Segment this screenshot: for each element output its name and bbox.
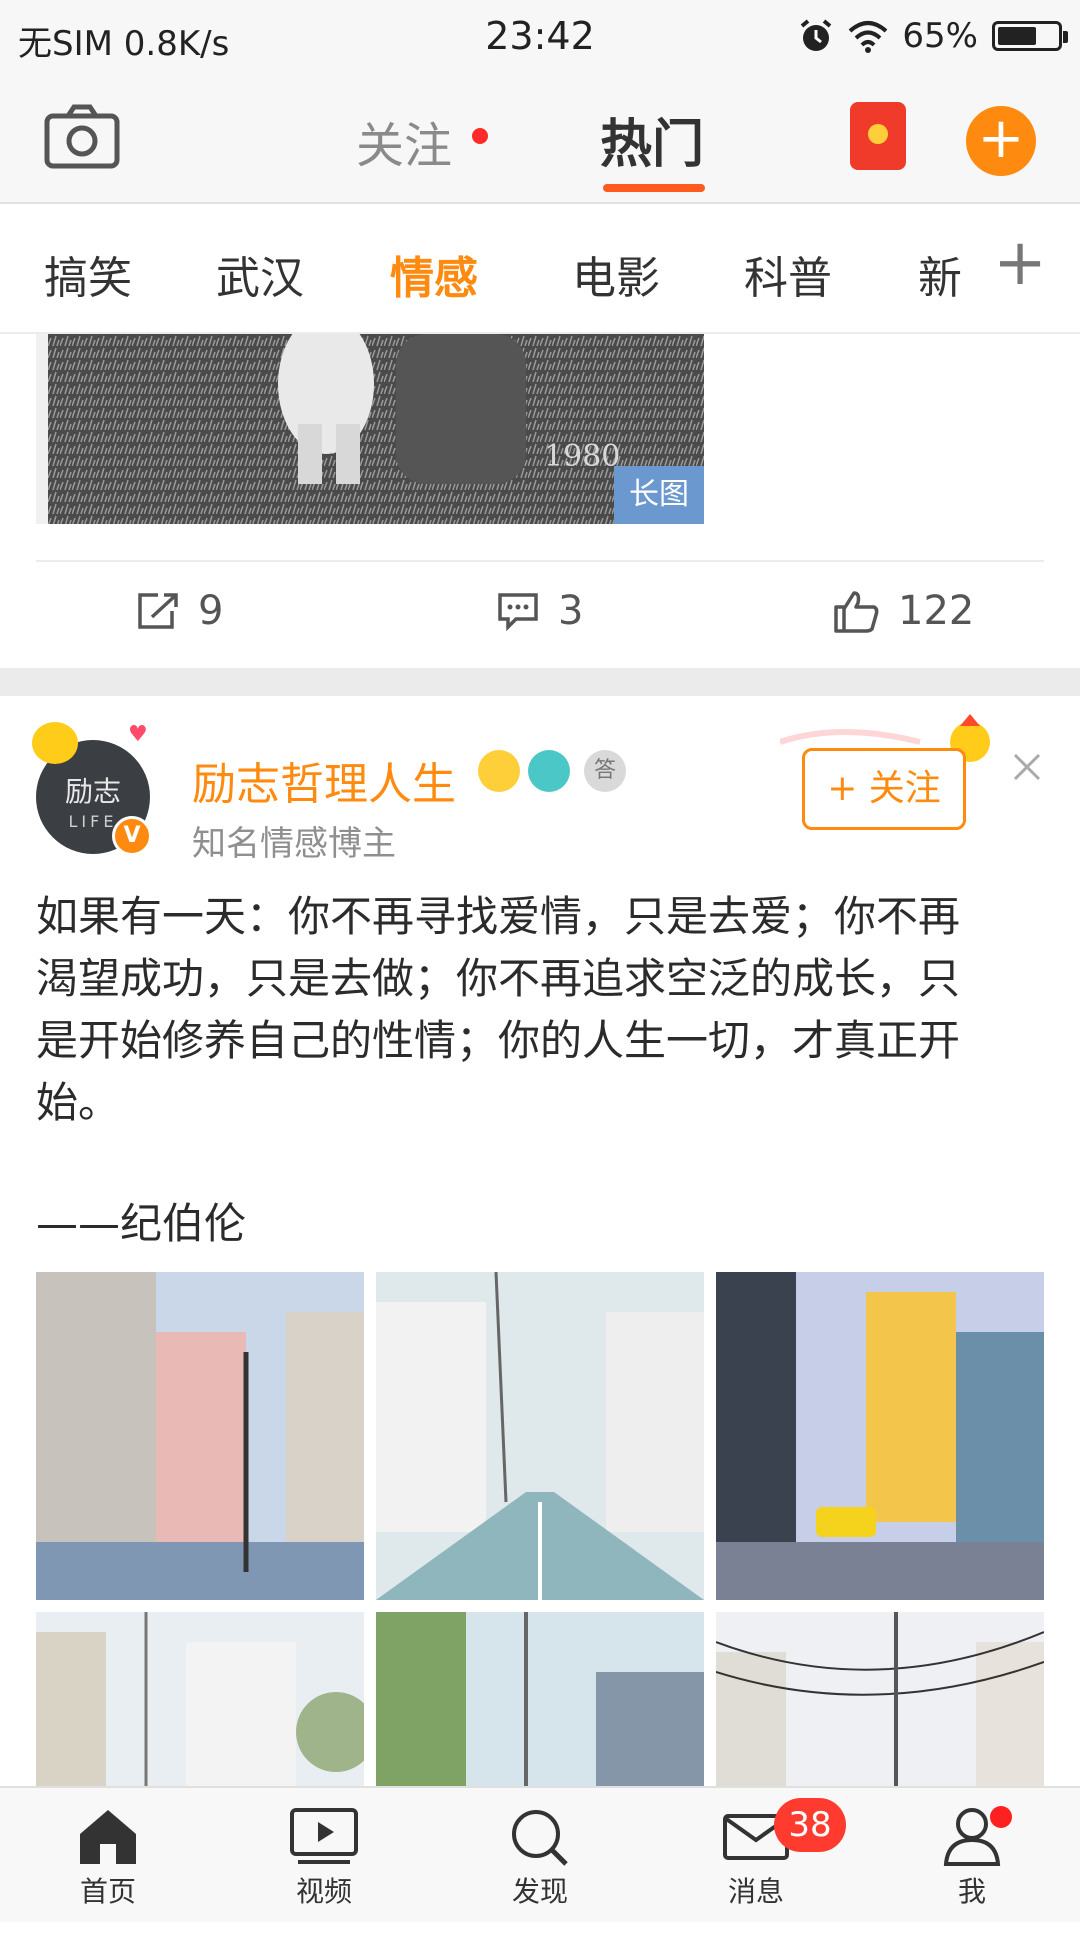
username[interactable]: 励志哲理人生 xyxy=(192,748,456,812)
bottom-tab-bar: 首页 视频 发现 消息 我 xyxy=(0,1786,1080,1922)
tab-label: 我 xyxy=(957,1875,986,1908)
category-movie[interactable]: 电影 xyxy=(572,242,660,306)
feed-separator xyxy=(0,668,1080,696)
repost-button[interactable]: 9 xyxy=(136,588,223,634)
crown-badge-icon[interactable] xyxy=(478,750,520,792)
user-description: 知名情感博主 xyxy=(192,824,396,864)
like-button[interactable]: 122 xyxy=(832,588,974,634)
post-line: 是开始修养自己的性情；你的人生一切，才真正开 xyxy=(36,1016,961,1065)
photo-year: 1980 xyxy=(544,439,620,474)
search-icon xyxy=(512,1810,568,1866)
comment-button[interactable]: 3 xyxy=(496,588,583,634)
tab-label: 消息 xyxy=(727,1875,784,1908)
tab-hot[interactable]: 热门 xyxy=(600,102,704,177)
category-bar: 搞笑 武汉 情感 电影 科普 新 + xyxy=(0,204,1080,334)
alarm-icon xyxy=(801,19,832,51)
status-bar: 无SIM 0.8K/s 23:42 65% xyxy=(0,0,1080,76)
message-count-badge: 38 xyxy=(774,1798,846,1852)
heart-icon: ♥ xyxy=(128,722,148,747)
chick-decoration-icon xyxy=(32,722,78,764)
category-science[interactable]: 科普 xyxy=(744,242,832,306)
verified-badge: V xyxy=(112,816,152,856)
tab-follow[interactable]: 关注 xyxy=(356,106,452,176)
video-icon xyxy=(290,1808,358,1864)
divider xyxy=(36,560,1044,562)
post-text[interactable]: 如果有一天：你不再寻找爱情，只是去爱；你不再 渴望成功，只是去做；你不再追求空泛… xyxy=(36,886,1044,1134)
category-funny[interactable]: 搞笑 xyxy=(44,242,132,306)
profile-notification-dot xyxy=(990,1806,1012,1828)
post-image-2[interactable] xyxy=(376,1272,704,1600)
category-emotion[interactable]: 情感 xyxy=(390,242,478,306)
follow-button[interactable]: + 关注 xyxy=(802,748,966,830)
like-icon xyxy=(834,591,879,633)
vintage-photo: 1980 xyxy=(36,334,704,524)
post-line: 如果有一天：你不再寻找爱情，只是去爱；你不再 xyxy=(36,892,961,941)
battery-level xyxy=(998,27,1036,45)
red-packet-icon[interactable] xyxy=(850,102,906,170)
close-icon[interactable] xyxy=(1012,752,1042,782)
medal-badge-icon[interactable]: 答 xyxy=(584,750,626,792)
battery-percent: 65% xyxy=(902,16,978,56)
category-wuhan[interactable]: 武汉 xyxy=(216,242,304,306)
add-category-button[interactable]: + xyxy=(960,204,1080,332)
camera-icon[interactable] xyxy=(44,104,120,170)
tab-label: 发现 xyxy=(511,1875,568,1908)
category-new[interactable]: 新 xyxy=(918,242,962,306)
tab-home[interactable]: 首页 xyxy=(38,1806,178,1910)
post-image-3[interactable] xyxy=(716,1272,1044,1600)
long-image-tag: 长图 xyxy=(614,466,704,524)
tab-video[interactable]: 视频 xyxy=(254,1806,394,1910)
post-signature: ——纪伯伦 xyxy=(36,1199,247,1248)
tab-label: 首页 xyxy=(79,1875,136,1908)
repost-count: 9 xyxy=(198,588,224,634)
avatar-text: 励志 xyxy=(64,775,121,808)
home-icon xyxy=(80,1810,136,1864)
compose-plus-icon[interactable]: + xyxy=(966,106,1036,176)
tab-label: 视频 xyxy=(295,1875,352,1908)
tab-discover[interactable]: 发现 xyxy=(470,1806,610,1910)
active-tab-indicator xyxy=(603,184,705,192)
like-count: 122 xyxy=(898,588,975,634)
top-nav: 关注 热门 + xyxy=(0,76,1080,204)
wifi-icon xyxy=(849,21,888,53)
post-image-1[interactable] xyxy=(36,1272,364,1600)
post-line: 渴望成功，只是去做；你不再追求空泛的成长，只 xyxy=(36,954,961,1003)
status-icons: 65% xyxy=(798,16,1068,56)
camera-badge-icon[interactable] xyxy=(528,750,570,792)
repost-icon xyxy=(138,593,178,629)
follow-notification-dot xyxy=(472,128,488,144)
comment-count: 3 xyxy=(558,588,584,634)
post-line: 始。 xyxy=(36,1078,121,1127)
long-image-photo[interactable]: 1980 xyxy=(36,334,704,524)
battery-icon xyxy=(992,21,1068,51)
tab-me[interactable]: 我 xyxy=(902,1806,1042,1910)
comment-icon xyxy=(498,593,538,631)
